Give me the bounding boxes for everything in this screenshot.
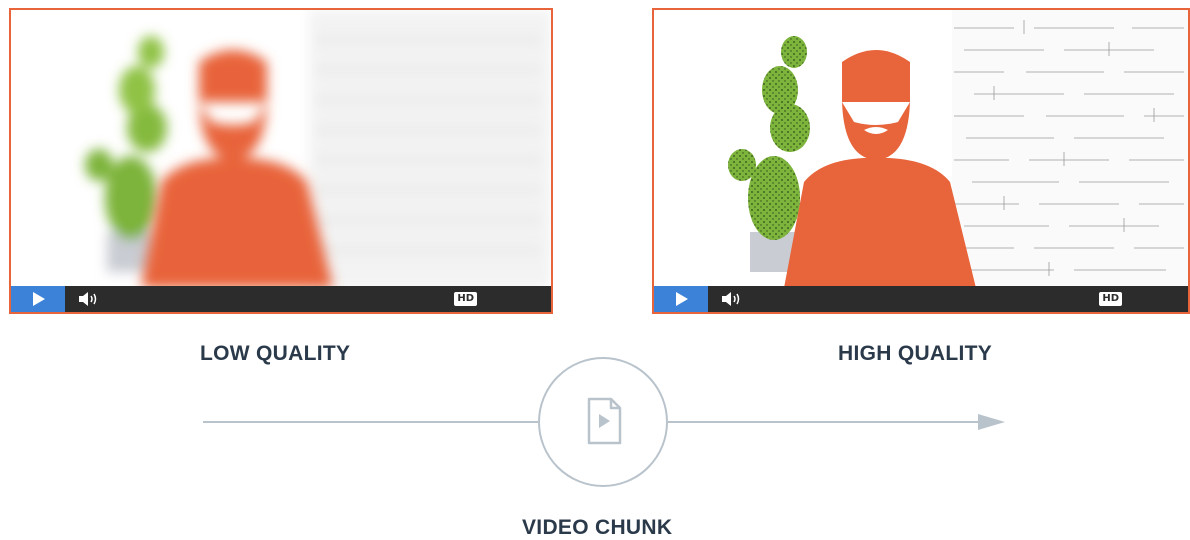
- video-player-high-quality: HD: [652, 8, 1190, 314]
- play-button[interactable]: [654, 286, 708, 312]
- play-icon: [676, 292, 688, 306]
- brick-wall: [952, 10, 1188, 288]
- hd-badge[interactable]: HD: [454, 292, 477, 306]
- video-file-icon: [587, 397, 622, 445]
- video-chunk-circle: [538, 357, 668, 487]
- volume-icon: [722, 292, 740, 306]
- volume-button[interactable]: [77, 291, 101, 307]
- video-player-low-quality: HD: [9, 8, 553, 314]
- video-controls: HD: [654, 286, 1188, 312]
- brick-wall: [309, 10, 551, 288]
- volume-icon: [79, 292, 97, 306]
- video-chunk-label: VIDEO CHUNK: [522, 516, 673, 539]
- low-quality-label: LOW QUALITY: [200, 342, 351, 365]
- play-icon: [33, 292, 45, 306]
- hd-badge[interactable]: HD: [1099, 292, 1122, 306]
- video-controls: HD: [11, 286, 551, 312]
- play-button[interactable]: [11, 286, 65, 312]
- sharp-video-frame: [654, 10, 1188, 288]
- blurred-video-frame: [11, 10, 551, 288]
- arrow-right-icon: [978, 414, 1005, 430]
- volume-button[interactable]: [720, 291, 744, 307]
- high-quality-label: HIGH QUALITY: [838, 342, 993, 365]
